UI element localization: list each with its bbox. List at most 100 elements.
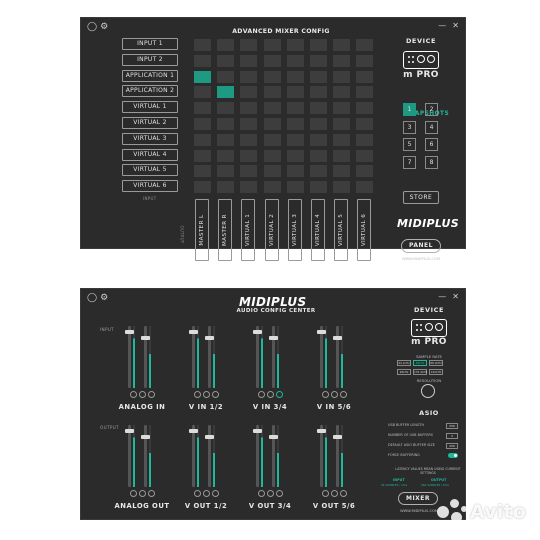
channel-mini-button[interactable] (257, 490, 265, 497)
channel-mini-button[interactable] (275, 490, 283, 497)
matrix-cell[interactable] (333, 133, 351, 146)
channel-mini-button[interactable] (138, 490, 146, 497)
matrix-cell[interactable] (356, 118, 374, 130)
sample-rate-button[interactable]: 96kHz (397, 369, 411, 375)
matrix-cell[interactable] (240, 102, 258, 115)
output-button[interactable]: VIRTUAL 6 (357, 199, 372, 261)
matrix-cell[interactable] (286, 165, 304, 178)
matrix-cell[interactable] (286, 70, 304, 83)
matrix-cell[interactable] (240, 133, 258, 146)
fader-thumb[interactable] (269, 435, 278, 439)
channel-mini-button[interactable] (202, 490, 210, 497)
channel-mini-button[interactable] (211, 490, 219, 497)
input-button[interactable]: VIRTUAL 2 (122, 117, 178, 129)
matrix-cell[interactable] (194, 149, 211, 162)
matrix-cell[interactable] (263, 118, 281, 130)
matrix-cell[interactable] (217, 39, 235, 51)
asio-setting-value[interactable]: 4 (446, 433, 458, 439)
asio-setting-value[interactable]: 256 (446, 443, 458, 449)
sample-rate-button[interactable]: 176.4kHz (413, 369, 427, 375)
channel-mini-button[interactable] (129, 490, 137, 497)
channel-mini-button[interactable] (330, 490, 338, 497)
channel-mini-button[interactable] (266, 490, 274, 497)
output-button[interactable]: VIRTUAL 5 (334, 199, 349, 261)
fader-track[interactable] (192, 326, 195, 388)
snapshot-button[interactable]: 6 (425, 138, 438, 151)
channel-mini-button[interactable] (266, 391, 274, 398)
matrix-cell[interactable] (310, 165, 327, 178)
matrix-cell[interactable] (194, 118, 211, 130)
matrix-cell[interactable] (310, 149, 327, 162)
matrix-cell[interactable] (263, 70, 281, 83)
output-button[interactable]: VIRTUAL 1 (241, 199, 256, 261)
channel-mini-button[interactable] (147, 490, 155, 497)
matrix-cell[interactable] (194, 39, 211, 51)
matrix-cell[interactable] (263, 102, 281, 115)
matrix-cell[interactable] (240, 149, 258, 162)
matrix-cell[interactable] (217, 149, 235, 162)
output-button[interactable]: MASTER R (218, 199, 233, 261)
matrix-cell[interactable] (240, 39, 258, 51)
output-button[interactable]: VIRTUAL 4 (311, 199, 325, 261)
matrix-cell[interactable] (333, 165, 351, 178)
output-button[interactable]: VIRTUAL 2 (264, 199, 279, 261)
matrix-cell[interactable] (333, 102, 351, 115)
sample-rate-button[interactable]: 88.2kHz (429, 360, 443, 366)
snapshot-button[interactable]: 5 (403, 138, 416, 151)
channel-mini-button[interactable] (147, 391, 155, 398)
matrix-cell[interactable] (194, 54, 211, 67)
fader-track[interactable] (128, 425, 131, 487)
matrix-cell[interactable] (240, 54, 258, 67)
snapshot-button[interactable]: 4 (425, 120, 438, 134)
matrix-cell[interactable] (240, 86, 258, 99)
matrix-cell[interactable] (333, 86, 351, 99)
matrix-cell[interactable] (356, 70, 374, 83)
matrix-cell[interactable] (286, 149, 304, 162)
fader-thumb[interactable] (205, 435, 214, 439)
channel-mini-button[interactable] (330, 391, 338, 398)
channel-mini-button[interactable] (129, 391, 137, 398)
matrix-cell[interactable] (217, 118, 235, 130)
matrix-cell[interactable] (356, 149, 374, 162)
matrix-cell[interactable] (217, 165, 235, 178)
force-buffering-toggle[interactable] (448, 453, 458, 458)
gear-icon[interactable]: ⚙ (100, 22, 108, 32)
matrix-cell[interactable] (333, 149, 351, 162)
input-button[interactable]: VIRTUAL 6 (122, 180, 178, 193)
matrix-cell[interactable] (217, 70, 235, 83)
matrix-cell[interactable] (286, 54, 304, 67)
fader-thumb[interactable] (189, 330, 198, 334)
fader-thumb[interactable] (253, 429, 262, 433)
matrix-cell[interactable] (310, 102, 327, 115)
fader-thumb[interactable] (189, 429, 198, 433)
matrix-cell[interactable] (356, 39, 374, 51)
matrix-cell[interactable] (286, 39, 304, 51)
store-button[interactable]: STORE (403, 191, 439, 204)
matrix-cell[interactable] (194, 70, 211, 83)
minimize-icon[interactable]: — (438, 292, 446, 301)
matrix-cell[interactable] (356, 54, 374, 67)
matrix-cell[interactable] (356, 165, 374, 178)
panel-button[interactable]: PANEL (401, 239, 441, 253)
matrix-cell[interactable] (240, 181, 258, 194)
input-button[interactable]: INPUT 2 (122, 53, 178, 66)
matrix-cell[interactable] (194, 181, 211, 194)
close-icon[interactable]: ✕ (452, 292, 459, 301)
matrix-cell[interactable] (217, 86, 235, 99)
matrix-cell[interactable] (194, 165, 211, 178)
sample-rate-button[interactable]: 48kHz (413, 360, 427, 366)
fader-track[interactable] (320, 425, 323, 487)
matrix-cell[interactable] (263, 133, 281, 146)
channel-mini-button[interactable] (202, 391, 210, 398)
matrix-cell[interactable] (194, 102, 211, 115)
matrix-cell[interactable] (286, 86, 304, 99)
matrix-cell[interactable] (263, 165, 281, 178)
channel-mini-button[interactable] (321, 490, 329, 497)
input-button[interactable]: VIRTUAL 4 (122, 148, 178, 161)
sample-rate-button[interactable]: 192kHz (429, 369, 443, 375)
fader-thumb[interactable] (141, 435, 150, 439)
fader-thumb[interactable] (269, 336, 278, 340)
matrix-cell[interactable] (263, 54, 281, 67)
fader-thumb[interactable] (141, 336, 150, 340)
matrix-cell[interactable] (356, 133, 374, 146)
